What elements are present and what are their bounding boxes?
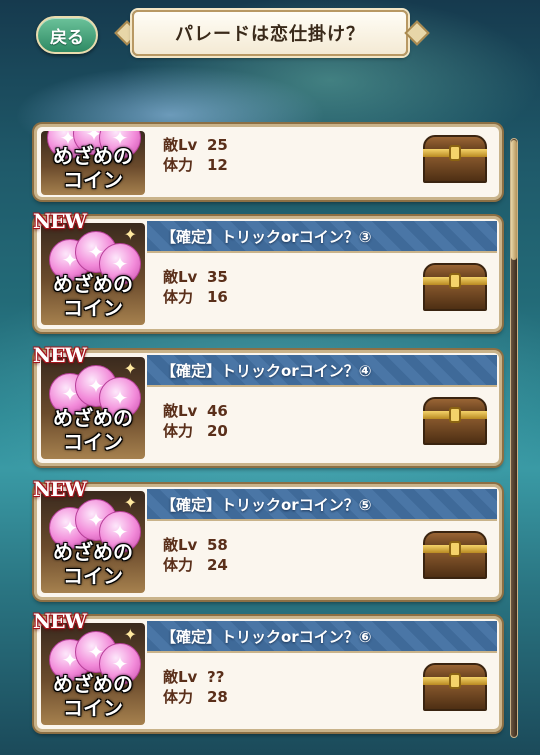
thumb-label-line2: コイン <box>63 168 123 192</box>
enemy-level-label: 敵Lv <box>163 536 198 554</box>
thumb-label-line1: めざめの <box>53 672 133 696</box>
treasure-chest-icon <box>423 263 487 311</box>
thumb-label-line2: コイン <box>63 296 123 320</box>
quest-title: 【確定】トリックorコイン？⑥ <box>147 621 497 653</box>
coin-thumbnail: ✦ ✦ ✦ ✦ めざめの コイン <box>41 357 145 459</box>
stamina-value: 16 <box>207 288 228 306</box>
thumb-label-line2: コイン <box>63 564 123 588</box>
quest-card-1[interactable]: ✦ ✦ ✦ めざめの コイン 敵Lv 25 体力 12 <box>34 124 502 200</box>
coin-thumbnail: ✦ ✦ ✦ ✦ めざめの コイン <box>41 623 145 725</box>
new-badge: NEW <box>33 209 87 233</box>
quest-stats: 敵Lv 58 体力 24 <box>163 535 228 575</box>
enemy-level-label: 敵Lv <box>163 136 198 154</box>
thumb-label-line2: コイン <box>63 430 123 454</box>
enemy-level-label: 敵Lv <box>163 268 198 286</box>
stamina-label: 体力 <box>163 288 194 306</box>
quest-stats: 敵Lv 35 体力 16 <box>163 267 228 307</box>
quest-stats: 敵Lv?? 体力 28 <box>163 667 228 707</box>
sparkle-icon: ✦ <box>123 225 137 244</box>
new-badge: NEW <box>33 609 87 633</box>
quest-title: 【確定】トリックorコイン？③ <box>147 221 497 253</box>
treasure-chest-icon <box>423 135 487 183</box>
quest-card-2[interactable]: NEW ✦ ✦ ✦ ✦ めざめの コイン 【確定】トリックorコイン？③ 敵Lv… <box>33 209 502 332</box>
stamina-value: 28 <box>207 688 228 706</box>
treasure-chest-icon <box>423 397 487 445</box>
enemy-level-value: 58 <box>207 536 228 554</box>
title-ornament-right <box>404 20 430 46</box>
stamina-value: 20 <box>207 422 228 440</box>
quest-stats: 敵Lv 46 体力 20 <box>163 401 228 441</box>
page-title: パレードは恋仕掛け？ <box>132 10 408 56</box>
quest-title: 【確定】トリックorコイン？⑤ <box>147 489 497 521</box>
thumb-label-line2: コイン <box>63 696 123 720</box>
thumb-label-line1: めざめの <box>53 144 133 168</box>
treasure-chest-icon <box>423 531 487 579</box>
stamina-value: 24 <box>207 556 228 574</box>
quest-card-3[interactable]: NEW ✦ ✦ ✦ ✦ めざめの コイン 【確定】トリックorコイン？④ 敵Lv… <box>33 343 502 466</box>
quest-stats: 敵Lv 25 体力 12 <box>163 135 228 175</box>
sparkle-icon: ✦ <box>123 493 137 512</box>
new-badge: NEW <box>33 477 87 501</box>
sparkle-icon: ✦ <box>123 625 137 644</box>
thumb-label-line1: めざめの <box>53 272 133 296</box>
header: 戻る パレードは恋仕掛け？ <box>0 0 540 72</box>
quest-title: 【確定】トリックorコイン？④ <box>147 355 497 387</box>
thumb-label-line1: めざめの <box>53 540 133 564</box>
scrollbar-thumb[interactable] <box>511 140 517 260</box>
stamina-value: 12 <box>207 156 228 174</box>
quest-list: ✦ ✦ ✦ めざめの コイン 敵Lv 25 体力 12 NEW ✦ ✦ ✦ ✦ めざ… <box>0 110 540 755</box>
stamina-label: 体力 <box>163 156 194 174</box>
treasure-chest-icon <box>423 663 487 711</box>
coin-thumbnail: ✦ ✦ ✦ ✦ めざめの コイン <box>41 491 145 593</box>
new-badge: NEW <box>33 343 87 367</box>
back-button[interactable]: 戻る <box>36 16 98 54</box>
enemy-level-value: ?? <box>207 668 225 686</box>
stamina-label: 体力 <box>163 422 194 440</box>
quest-card-4[interactable]: NEW ✦ ✦ ✦ ✦ めざめの コイン 【確定】トリックorコイン？⑤ 敵Lv… <box>33 477 502 600</box>
enemy-level-label: 敵Lv <box>163 402 198 420</box>
coin-thumbnail: ✦ ✦ ✦ めざめの コイン <box>41 131 145 195</box>
enemy-level-label: 敵Lv <box>163 668 198 686</box>
quest-card-5[interactable]: NEW ✦ ✦ ✦ ✦ めざめの コイン 【確定】トリックorコイン？⑥ 敵Lv… <box>33 609 502 732</box>
coin-thumbnail: ✦ ✦ ✦ ✦ めざめの コイン <box>41 223 145 325</box>
stamina-label: 体力 <box>163 688 194 706</box>
enemy-level-value: 25 <box>207 136 228 154</box>
enemy-level-value: 35 <box>207 268 228 286</box>
sparkle-icon: ✦ <box>123 359 137 378</box>
enemy-level-value: 46 <box>207 402 228 420</box>
thumb-label-line1: めざめの <box>53 406 133 430</box>
stamina-label: 体力 <box>163 556 194 574</box>
